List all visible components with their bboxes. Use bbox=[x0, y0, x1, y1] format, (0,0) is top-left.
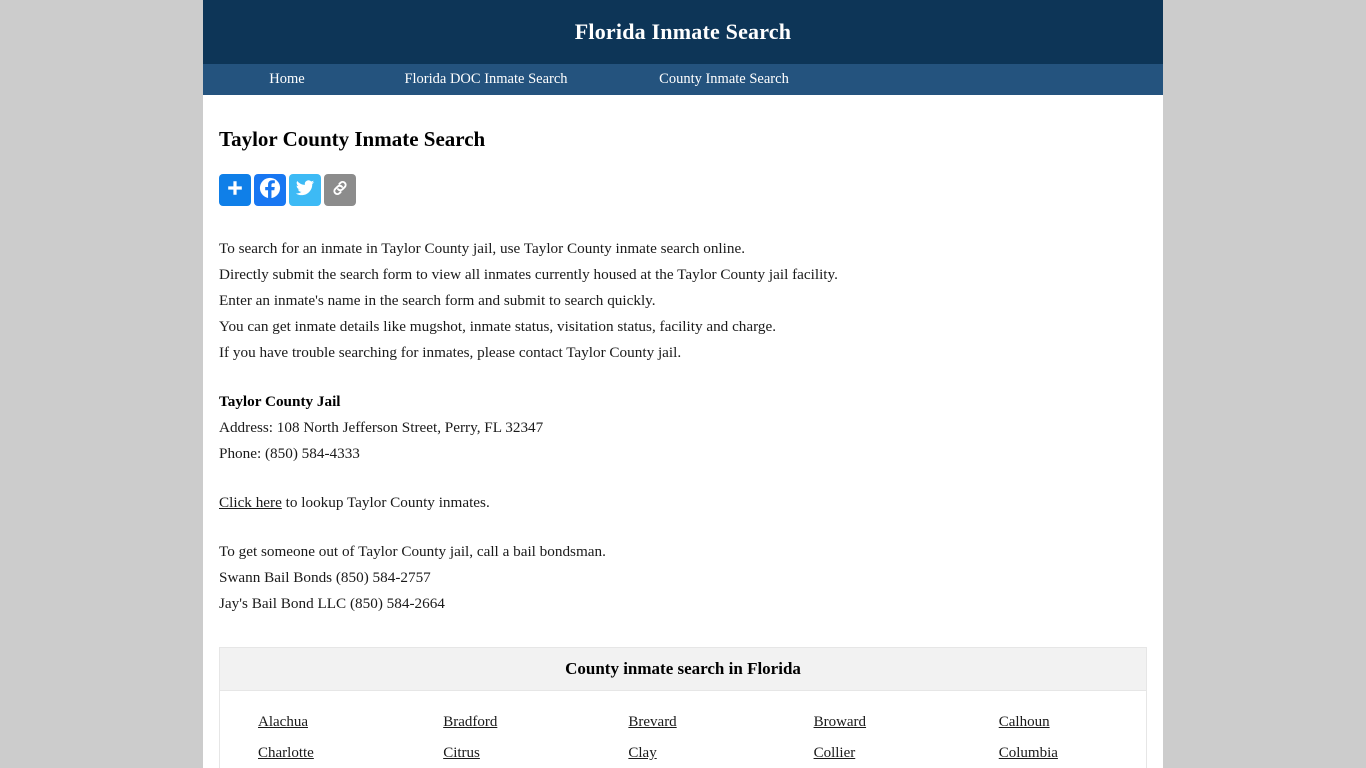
county-table-title: County inmate search in Florida bbox=[220, 648, 1146, 691]
county-cell: Brevard bbox=[590, 707, 775, 738]
copy-link-share-button[interactable] bbox=[324, 174, 356, 206]
county-link[interactable]: Citrus bbox=[443, 745, 480, 761]
plus-icon bbox=[226, 179, 244, 202]
county-cell: Clay bbox=[590, 738, 775, 768]
nav-county-inmate-search[interactable]: County Inmate Search bbox=[605, 71, 843, 88]
lookup-line: Click here to lookup Taylor County inmat… bbox=[219, 490, 1147, 516]
share-bar bbox=[219, 174, 1147, 206]
jail-info-block: Taylor County Jail Address: 108 North Je… bbox=[219, 389, 1147, 467]
county-link[interactable]: Collier bbox=[814, 745, 856, 761]
county-cell: Collier bbox=[776, 738, 961, 768]
county-links-grid: Alachua Bradford Brevard Broward Calhoun… bbox=[220, 691, 1146, 768]
table-row: Charlotte Citrus Clay Collier Columbia bbox=[220, 738, 1146, 768]
click-here-link[interactable]: Click here bbox=[219, 494, 282, 511]
intro-line: Enter an inmate's name in the search for… bbox=[219, 292, 656, 309]
county-link[interactable]: Broward bbox=[814, 714, 867, 730]
county-search-table: County inmate search in Florida Alachua … bbox=[219, 647, 1147, 768]
intro-line: Directly submit the search form to view … bbox=[219, 266, 838, 283]
facebook-icon bbox=[259, 177, 281, 204]
intro-line: To search for an inmate in Taylor County… bbox=[219, 240, 745, 257]
county-link[interactable]: Columbia bbox=[999, 745, 1058, 761]
bail-bonds-block: To get someone out of Taylor County jail… bbox=[219, 539, 1147, 617]
page-container: Florida Inmate Search Home Florida DOC I… bbox=[203, 0, 1163, 768]
intro-line: If you have trouble searching for inmate… bbox=[219, 344, 682, 361]
site-header: Florida Inmate Search bbox=[203, 0, 1163, 64]
page-title: Taylor County Inmate Search bbox=[219, 127, 486, 151]
lookup-block: Click here to lookup Taylor County inmat… bbox=[219, 490, 1147, 516]
county-cell: Charlotte bbox=[220, 738, 405, 768]
addthis-share-button[interactable] bbox=[219, 174, 251, 206]
county-link[interactable]: Calhoun bbox=[999, 714, 1050, 730]
county-link[interactable]: Alachua bbox=[258, 714, 308, 730]
county-cell: Broward bbox=[776, 707, 961, 738]
main-navigation: Home Florida DOC Inmate Search County In… bbox=[203, 64, 1163, 95]
jail-name: Taylor County Jail bbox=[219, 393, 341, 410]
county-cell: Bradford bbox=[405, 707, 590, 738]
county-link[interactable]: Clay bbox=[628, 745, 656, 761]
jail-phone: Phone: (850) 584-4333 bbox=[219, 445, 360, 462]
twitter-share-button[interactable] bbox=[289, 174, 321, 206]
nav-home[interactable]: Home bbox=[207, 71, 367, 88]
intro-paragraph: To search for an inmate in Taylor County… bbox=[219, 236, 1147, 366]
lookup-rest-text: to lookup Taylor County inmates. bbox=[281, 494, 490, 511]
county-cell: Alachua bbox=[220, 707, 405, 738]
county-link[interactable]: Charlotte bbox=[258, 745, 314, 761]
twitter-icon bbox=[295, 178, 315, 203]
county-cell: Calhoun bbox=[961, 707, 1146, 738]
county-link[interactable]: Brevard bbox=[628, 714, 676, 730]
facebook-share-button[interactable] bbox=[254, 174, 286, 206]
bail-bondsman: Jay's Bail Bond LLC (850) 584-2664 bbox=[219, 595, 445, 612]
county-cell: Columbia bbox=[961, 738, 1146, 768]
jail-address: Address: 108 North Jefferson Street, Per… bbox=[219, 419, 544, 436]
nav-florida-doc-inmate-search[interactable]: Florida DOC Inmate Search bbox=[367, 71, 605, 88]
bail-bondsman: Swann Bail Bonds (850) 584-2757 bbox=[219, 569, 431, 586]
county-cell: Citrus bbox=[405, 738, 590, 768]
main-content: Taylor County Inmate Search To search fo… bbox=[203, 95, 1163, 768]
county-link[interactable]: Bradford bbox=[443, 714, 497, 730]
bail-intro: To get someone out of Taylor County jail… bbox=[219, 543, 606, 560]
table-row: Alachua Bradford Brevard Broward Calhoun bbox=[220, 707, 1146, 738]
intro-line: You can get inmate details like mugshot,… bbox=[219, 318, 777, 335]
site-title: Florida Inmate Search bbox=[574, 19, 792, 44]
link-icon bbox=[330, 178, 350, 203]
